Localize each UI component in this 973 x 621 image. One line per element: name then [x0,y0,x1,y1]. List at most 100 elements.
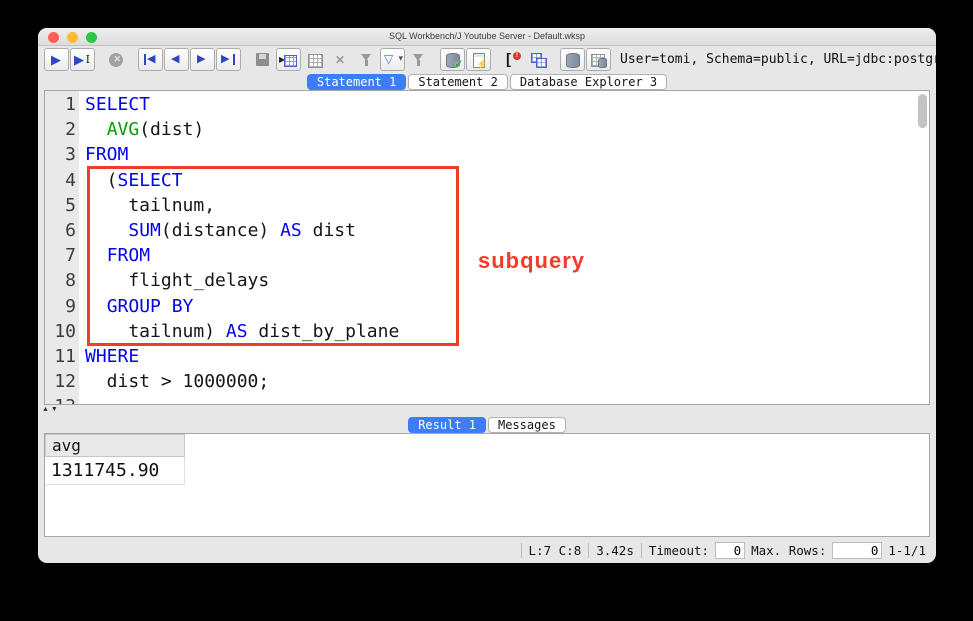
run-icon [48,52,65,68]
line-number: 5 [45,193,79,218]
code-text: dist > 1000000; [79,369,269,394]
code-line-5[interactable]: 5 tailnum, [45,193,929,218]
save-changes-button[interactable] [250,48,275,71]
run-current-icon [74,52,91,68]
last-icon [220,52,237,68]
line-number: 12 [45,369,79,394]
tab-database-explorer-3[interactable]: Database Explorer 3 [510,74,667,90]
code-line-4[interactable]: 4 (SELECT [45,168,929,193]
splitter-arrows-icon[interactable]: ▲▼ [42,406,60,413]
cancel-execution-button[interactable] [104,48,129,71]
max-rows-label: Max. Rows: [751,543,826,558]
zoom-button[interactable] [86,32,97,43]
close-button[interactable] [48,32,59,43]
next-row-button[interactable] [190,48,215,71]
tab-statement-2[interactable]: Statement 2 [408,74,507,90]
code-text: flight_delays [79,268,269,293]
app-window: SQL Workbench/J Youtube Server - Default… [38,28,936,563]
tab-messages[interactable]: Messages [488,417,566,433]
code-text: FROM [79,243,150,268]
code-line-10[interactable]: 10 tailnum) AS dist_by_plane [45,319,929,344]
reset-filter-button[interactable] [406,48,431,71]
statement-tab-bar: Statement 1Statement 2Database Explorer … [38,73,936,90]
code-line-3[interactable]: 3FROM [45,142,929,167]
cancel-icon [108,52,125,68]
code-text: tailnum, [79,193,215,218]
copy-row-button[interactable] [302,48,327,71]
delete-x-icon [332,52,349,68]
connection-info-text: User=tomi, Schema=public, URL=jdbc:postg… [620,52,936,67]
filter-icon [358,52,375,68]
code-text: FROM [79,142,128,167]
line-number: 13 [45,394,79,405]
auto-commit-button[interactable] [500,48,525,71]
minimize-button[interactable] [67,32,78,43]
next-icon [194,52,211,68]
save-icon [254,52,271,68]
execution-time: 3.42s [596,543,634,558]
row-info: 1-1/1 [888,543,926,558]
line-number: 6 [45,218,79,243]
code-line-6[interactable]: 6 SUM(distance) AS dist [45,218,929,243]
tables-icon [530,52,547,68]
table-cell[interactable]: 1311745.90 [45,457,185,485]
splitter[interactable]: ▲▼ [38,405,936,416]
line-number: 9 [45,294,79,319]
traffic-lights [48,32,97,43]
code-text [79,394,85,405]
code-line-13[interactable]: 13 [45,394,929,405]
first-icon [142,52,159,68]
code-text: SUM(distance) AS dist [79,218,356,243]
code-line-12[interactable]: 12 dist > 1000000; [45,369,929,394]
last-row-button[interactable] [216,48,241,71]
line-number: 7 [45,243,79,268]
copy-row-icon [306,52,323,68]
filter-picker-button[interactable] [380,48,405,71]
code-line-2[interactable]: 2 AVG(dist) [45,117,929,142]
data-tables-button[interactable] [526,48,551,71]
first-row-button[interactable] [138,48,163,71]
commit-icon [444,52,461,68]
max-rows-input[interactable] [832,542,882,559]
line-number: 8 [45,268,79,293]
delete-row-button[interactable] [328,48,353,71]
sql-editor[interactable]: 1SELECT2 AVG(dist)3FROM4 (SELECT5 tailnu… [44,90,930,405]
result-panel: avg 1311745.90 [44,433,930,537]
filter-picker-icon [384,52,401,68]
code-line-1[interactable]: 1SELECT [45,92,929,117]
timeout-label: Timeout: [649,543,709,558]
code-line-11[interactable]: 11WHERE [45,344,929,369]
commit-button[interactable] [440,48,465,71]
code-text: SELECT [79,92,150,117]
table-row: 1311745.90 [45,457,929,485]
line-number: 3 [45,142,79,167]
code-text: WHERE [79,344,139,369]
rollback-button[interactable] [466,48,491,71]
db-icon [564,52,581,68]
connection-db-button[interactable] [560,48,585,71]
auto-commit-icon [504,52,521,68]
tab-result-1[interactable]: Result 1 [408,417,486,433]
code-line-9[interactable]: 9 GROUP BY [45,294,929,319]
line-number: 10 [45,319,79,344]
status-bar: L:7 C:8 3.42s Timeout: Max. Rows: 1-1/1 [38,537,936,563]
previous-row-button[interactable] [164,48,189,71]
window-title: SQL Workbench/J Youtube Server - Default… [38,28,936,45]
column-header-avg[interactable]: avg [45,434,185,457]
code-text: (SELECT [79,168,183,193]
execute-all-button[interactable] [44,48,69,71]
rollback-icon [470,52,487,68]
timeout-input[interactable] [715,542,745,559]
cursor-position: L:7 C:8 [529,543,582,558]
tab-statement-1[interactable]: Statement 1 [307,74,406,90]
editor-vertical-scrollbar[interactable] [918,94,927,128]
filter-button[interactable] [354,48,379,71]
insert-row-button[interactable] [276,48,301,71]
code-text: AVG(dist) [79,117,204,142]
show-db-tree-button[interactable] [586,48,611,71]
code-text: GROUP BY [79,294,193,319]
subquery-annotation-label: subquery [478,248,585,274]
title-bar[interactable]: SQL Workbench/J Youtube Server - Default… [38,28,936,46]
execute-current-button[interactable] [70,48,95,71]
table-db-icon [590,52,607,68]
